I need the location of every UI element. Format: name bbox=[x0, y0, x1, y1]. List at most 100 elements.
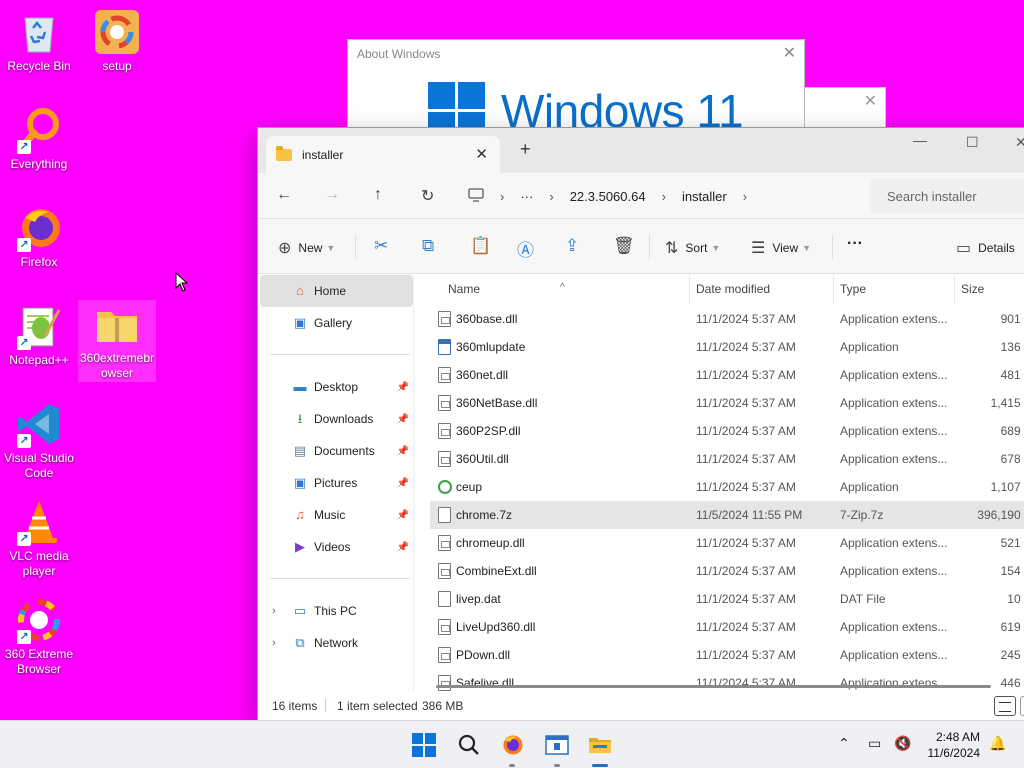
tab-installer[interactable]: installer ✕ bbox=[266, 136, 500, 173]
dll-file-icon bbox=[438, 423, 451, 439]
breadcrumb-installer[interactable]: installer bbox=[682, 189, 727, 204]
network-tray-icon[interactable]: ▭ bbox=[868, 735, 881, 752]
background-dialog[interactable]: ✕ bbox=[805, 87, 886, 129]
file-row[interactable]: 360net.dll 11/1/2024 5:37 AM Application e… bbox=[430, 361, 1024, 389]
tiles-view-button[interactable] bbox=[1020, 696, 1024, 716]
details-button[interactable]: ▭ Details bbox=[956, 238, 1015, 258]
forward-button[interactable]: → bbox=[324, 186, 340, 204]
delete-icon[interactable]: 🗑 bbox=[613, 236, 635, 256]
start-button[interactable] bbox=[412, 733, 436, 757]
breadcrumb-overflow[interactable]: ··· bbox=[520, 189, 533, 204]
pin-icon[interactable]: 📌 bbox=[397, 478, 409, 489]
taskbar-file-explorer[interactable] bbox=[588, 733, 612, 767]
chevron-right-icon[interactable]: › bbox=[272, 605, 276, 617]
notifications-bell-icon[interactable]: 🔔 bbox=[989, 735, 1006, 752]
desktop-icon-360extremebrowser-folder[interactable]: 360extremebrowser bbox=[78, 300, 156, 382]
desktop-icon-vscode[interactable]: ↗ Visual Studio Code bbox=[0, 400, 78, 481]
desktop-icon-recycle-bin[interactable]: Recycle Bin bbox=[0, 8, 78, 74]
cut-icon[interactable]: ✂ bbox=[374, 236, 388, 256]
chevron-down-icon: ▼ bbox=[711, 243, 721, 253]
file-row[interactable]: CombineExt.dll 11/1/2024 5:37 AM Applicati… bbox=[430, 557, 1024, 585]
new-tab-button[interactable]: + bbox=[520, 139, 531, 160]
monitor-icon[interactable] bbox=[468, 188, 484, 205]
pin-icon[interactable]: 📌 bbox=[397, 446, 409, 457]
pin-icon[interactable]: 📌 bbox=[397, 414, 409, 425]
pin-icon[interactable]: 📌 bbox=[397, 542, 409, 553]
file-row[interactable]: 360base.dll 11/1/2024 5:37 AM Application … bbox=[430, 305, 1024, 333]
column-header-name[interactable]: Name bbox=[448, 282, 480, 296]
file-row[interactable]: 360Util.dll 11/1/2024 5:37 AM Application … bbox=[430, 445, 1024, 473]
sidebar-item-pictures[interactable]: ▣ Pictures 📌 bbox=[260, 467, 413, 499]
more-options-button[interactable]: ··· bbox=[847, 235, 863, 253]
chevron-right-icon[interactable]: › bbox=[272, 637, 276, 649]
file-name: CombineExt.dll bbox=[456, 564, 537, 578]
desktop-icon-notepadpp[interactable]: ↗ Notepad++ bbox=[0, 302, 78, 368]
ceup-app-icon bbox=[438, 480, 452, 494]
status-bar: 16 items 1 item selected 386 MB bbox=[258, 691, 1024, 720]
pin-icon[interactable]: 📌 bbox=[397, 382, 409, 393]
file-row[interactable]: ceup 11/1/2024 5:37 AM Application 1,107 KB bbox=[430, 473, 1024, 501]
search-button[interactable] bbox=[457, 733, 481, 757]
desktop-icon-setup[interactable]: setup bbox=[78, 8, 156, 74]
file-row[interactable]: chromeup.dll 11/1/2024 5:37 AM Application… bbox=[430, 529, 1024, 557]
search-input[interactable]: Search installer bbox=[870, 179, 1024, 213]
horizontal-scrollbar[interactable] bbox=[436, 685, 991, 688]
taskbar-firefox[interactable] bbox=[500, 733, 524, 767]
view-button[interactable]: ☰ View ▼ bbox=[751, 238, 811, 258]
close-icon[interactable]: ✕ bbox=[864, 91, 877, 111]
up-button[interactable]: ↑ bbox=[374, 186, 382, 204]
sidebar-item-desktop[interactable]: ▬ Desktop 📌 bbox=[260, 371, 413, 403]
refresh-button[interactable]: ↻ bbox=[421, 186, 434, 206]
file-row[interactable]: 360NetBase.dll 11/1/2024 5:37 AM Applicati… bbox=[430, 389, 1024, 417]
close-window-button[interactable]: ✕ bbox=[1015, 134, 1024, 151]
sidebar-item-videos[interactable]: ▶ Videos 📌 bbox=[260, 531, 413, 563]
pin-icon[interactable]: 📌 bbox=[397, 510, 409, 521]
show-hidden-icons-button[interactable]: ⌃ bbox=[838, 735, 850, 752]
back-button[interactable]: ← bbox=[276, 186, 292, 204]
sidebar-item-network[interactable]: › ⧉ Network bbox=[260, 627, 413, 659]
close-tab-icon[interactable]: ✕ bbox=[475, 145, 488, 163]
column-header-date[interactable]: Date modified bbox=[696, 282, 770, 296]
file-date-modified: 11/1/2024 5:37 AM bbox=[696, 592, 796, 606]
command-bar: ⊕ New ▼ ✂ ⧉ 📋 Ⓐ ⇪ 🗑 ⇅ Sort ▼ ☰ View ▼ ··… bbox=[258, 219, 1024, 274]
column-header-size[interactable]: Size bbox=[961, 282, 984, 296]
sidebar-item-music[interactable]: ♫ Music 📌 bbox=[260, 499, 413, 531]
minimize-button[interactable]: — bbox=[913, 132, 927, 148]
paste-icon[interactable]: 📋 bbox=[470, 236, 491, 256]
sort-button[interactable]: ⇅ Sort ▼ bbox=[665, 238, 720, 258]
volume-muted-icon[interactable]: 🔇 bbox=[894, 735, 911, 752]
sidebar-item-home[interactable]: ⌂ Home bbox=[260, 275, 413, 307]
taskbar-about-windows[interactable] bbox=[545, 733, 569, 767]
close-icon[interactable]: ✕ bbox=[783, 43, 796, 63]
sidebar-item-downloads[interactable]: ⭳ Downloads 📌 bbox=[260, 403, 413, 435]
copy-icon[interactable]: ⧉ bbox=[422, 236, 434, 256]
column-header-type[interactable]: Type bbox=[840, 282, 866, 296]
sidebar-item-this-pc[interactable]: › ▭ This PC bbox=[260, 595, 413, 627]
desktop-icon-360-browser[interactable]: ↗ 360 Extreme Browser bbox=[0, 596, 78, 677]
file-row[interactable]: PDown.dll 11/1/2024 5:37 AM Application ex… bbox=[430, 641, 1024, 669]
about-windows-dialog[interactable]: About Windows ✕ Windows 11 bbox=[347, 39, 805, 139]
file-explorer-window[interactable]: installer ✕ + — ☐ ✕ ← → ↑ ↻ › ··· › 22.3… bbox=[257, 127, 1024, 721]
share-icon[interactable]: ⇪ bbox=[565, 236, 579, 256]
desktop-icon-firefox[interactable]: ↗ Firefox bbox=[0, 204, 78, 270]
tab-bar: installer ✕ + — ☐ ✕ bbox=[258, 128, 1024, 173]
sidebar-item-documents[interactable]: ▤ Documents 📌 bbox=[260, 435, 413, 467]
system-clock[interactable]: 2:48 AM 11/6/2024 bbox=[928, 729, 981, 761]
breadcrumb[interactable]: › ··· › 22.3.5060.64 › installer › bbox=[468, 188, 763, 205]
sidebar-item-gallery[interactable]: ▣ Gallery bbox=[260, 307, 413, 339]
file-type: Application extens... bbox=[840, 648, 948, 662]
new-button[interactable]: ⊕ New ▼ bbox=[278, 238, 335, 258]
file-row[interactable]: chrome.7z 11/5/2024 11:55 PM 7-Zip.7z 396,1… bbox=[430, 501, 1024, 529]
desktop-icon-vlc[interactable]: ↗ VLC media player bbox=[0, 498, 78, 579]
file-type: Application extens... bbox=[840, 312, 948, 326]
file-row[interactable]: 360P2SP.dll 11/1/2024 5:37 AM Application … bbox=[430, 417, 1024, 445]
breadcrumb-version[interactable]: 22.3.5060.64 bbox=[570, 189, 646, 204]
file-row[interactable]: 360mlupdate 11/1/2024 5:37 AM Application 1… bbox=[430, 333, 1024, 361]
desktop-icon-everything[interactable]: ↗ Everything bbox=[0, 106, 78, 172]
maximize-button[interactable]: ☐ bbox=[966, 134, 979, 151]
selection-count: 1 item selected bbox=[337, 699, 418, 713]
file-row[interactable]: livep.dat 11/1/2024 5:37 AM DAT File 10 KB bbox=[430, 585, 1024, 613]
details-view-button[interactable] bbox=[994, 696, 1016, 716]
file-row[interactable]: LiveUpd360.dll 11/1/2024 5:37 AM Applicati… bbox=[430, 613, 1024, 641]
rename-icon[interactable]: Ⓐ bbox=[517, 236, 534, 261]
